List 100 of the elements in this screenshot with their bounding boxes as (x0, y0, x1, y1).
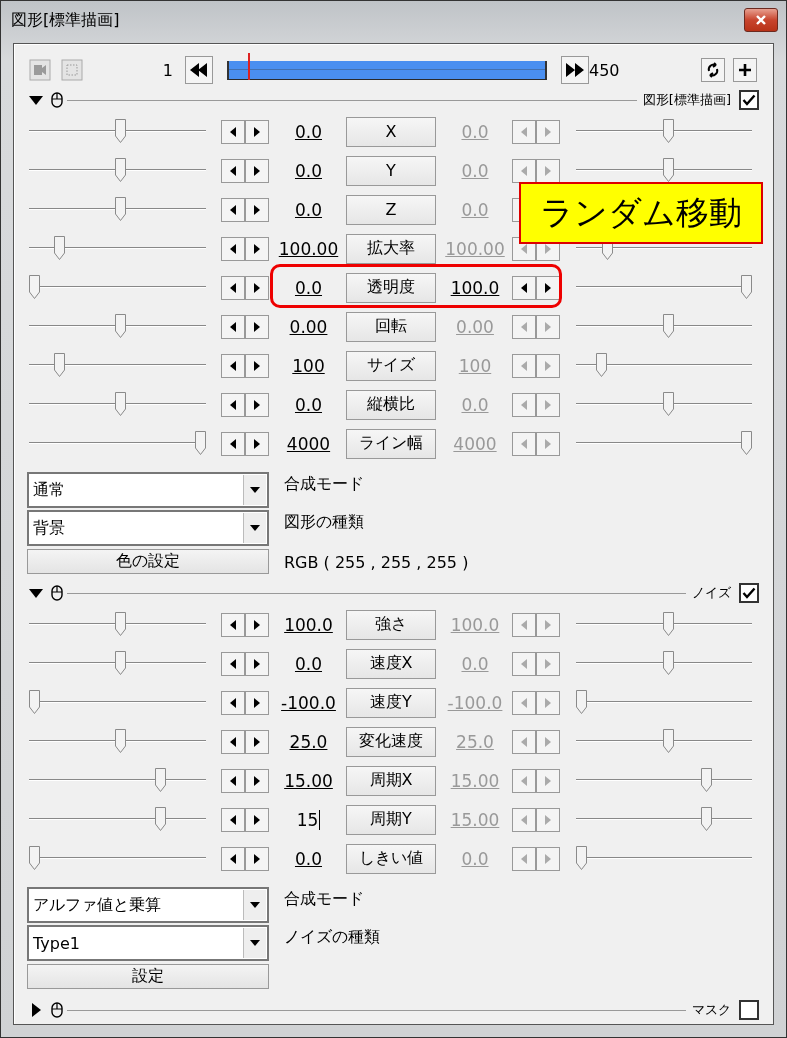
slider[interactable] (576, 274, 752, 301)
slider[interactable] (29, 430, 206, 457)
increment-button[interactable] (245, 768, 269, 793)
rewind-button[interactable] (185, 56, 213, 84)
increment-button[interactable] (245, 197, 269, 222)
slider-thumb[interactable] (115, 118, 127, 143)
value-link[interactable]: 0.0 (294, 121, 322, 142)
parameter-button[interactable]: しきい値 (346, 843, 436, 874)
checkbox[interactable] (739, 583, 759, 603)
slider-thumb[interactable] (663, 157, 675, 182)
slider[interactable] (576, 845, 752, 872)
parameter-button[interactable]: Y (346, 155, 436, 186)
slider-thumb[interactable] (663, 611, 675, 636)
playhead[interactable] (247, 52, 250, 80)
checkbox[interactable] (739, 1000, 759, 1020)
parameter-button[interactable]: 回転 (346, 311, 436, 342)
decrement-button[interactable] (221, 236, 245, 261)
slider-thumb[interactable] (663, 728, 675, 753)
slider[interactable] (29, 767, 206, 794)
decrement-button[interactable] (221, 846, 245, 871)
slider[interactable] (29, 235, 206, 262)
value-link[interactable]: -100.0 (281, 692, 336, 713)
slider-thumb[interactable] (663, 118, 675, 143)
value-link[interactable]: 0.0 (294, 160, 322, 181)
slider-thumb[interactable] (701, 767, 713, 792)
slider[interactable] (576, 313, 752, 340)
increment-button[interactable] (245, 846, 269, 871)
value-link[interactable]: 100.00 (278, 238, 339, 259)
value-link[interactable]: 0.0 (294, 394, 322, 415)
slider-thumb[interactable] (155, 806, 167, 831)
increment-button[interactable] (245, 275, 269, 300)
settings-button[interactable]: 設定 (27, 964, 269, 989)
increment-button[interactable] (245, 729, 269, 754)
close-button[interactable] (744, 8, 778, 32)
decrement-button[interactable] (221, 431, 245, 456)
slider[interactable] (29, 313, 206, 340)
increment-button[interactable] (245, 612, 269, 637)
slider[interactable] (576, 611, 752, 638)
slider[interactable] (29, 391, 206, 418)
slider-thumb[interactable] (576, 845, 587, 870)
value-link[interactable]: 15.00 (284, 770, 333, 791)
dropdown[interactable]: Type1 (27, 925, 269, 961)
value-link[interactable]: 0.0 (294, 848, 322, 869)
slider[interactable] (29, 611, 206, 638)
value-link[interactable]: 0.0 (294, 653, 322, 674)
slider[interactable] (576, 391, 752, 418)
parameter-button[interactable]: X (346, 116, 436, 147)
decrement-button[interactable] (221, 314, 245, 339)
decrement-button[interactable] (221, 768, 245, 793)
parameter-button[interactable]: 透明度 (346, 272, 436, 303)
slider-thumb[interactable] (663, 313, 675, 338)
slider[interactable] (29, 196, 206, 223)
slider-thumb[interactable] (115, 650, 127, 675)
parameter-button[interactable]: 速度Y (346, 687, 436, 718)
slider-thumb[interactable] (115, 313, 127, 338)
slider[interactable] (576, 767, 752, 794)
decrement-button[interactable] (221, 729, 245, 754)
decrement-button[interactable] (221, 807, 245, 832)
slider[interactable] (29, 157, 206, 184)
value-link[interactable]: 25.0 (289, 731, 328, 752)
value-link[interactable]: 100.0 (284, 614, 333, 635)
slider[interactable] (576, 430, 752, 457)
slider[interactable] (29, 650, 206, 677)
slider-thumb[interactable] (115, 728, 127, 753)
parameter-button[interactable]: ライン幅 (346, 428, 436, 459)
add-button[interactable] (733, 58, 757, 82)
loop-button[interactable] (701, 58, 725, 82)
timeline-bar[interactable] (227, 52, 547, 80)
fast-forward-button[interactable] (561, 56, 589, 84)
slider-thumb[interactable] (29, 845, 40, 870)
slider[interactable] (29, 728, 206, 755)
expand-triangle-icon[interactable] (29, 1003, 43, 1017)
value-link[interactable]: 0.00 (289, 316, 328, 337)
settings-button[interactable]: 色の設定 (27, 549, 269, 574)
increment-button[interactable] (536, 275, 560, 300)
slider-thumb[interactable] (29, 689, 40, 714)
slider-thumb[interactable] (195, 430, 206, 455)
decrement-button[interactable] (221, 197, 245, 222)
slider-thumb[interactable] (663, 391, 675, 416)
decrement-button[interactable] (221, 158, 245, 183)
slider[interactable] (29, 689, 206, 716)
slider[interactable] (29, 118, 206, 145)
parameter-button[interactable]: Z (346, 194, 436, 225)
dropdown[interactable]: 背景 (27, 510, 269, 546)
increment-button[interactable] (245, 314, 269, 339)
decrement-button[interactable] (221, 651, 245, 676)
dropdown[interactable]: 通常 (27, 472, 269, 508)
slider[interactable] (29, 274, 206, 301)
slider-thumb[interactable] (701, 806, 713, 831)
increment-button[interactable] (245, 807, 269, 832)
parameter-button[interactable]: 強さ (346, 609, 436, 640)
collapse-triangle-icon[interactable] (29, 586, 43, 600)
value-input[interactable]: 15 (296, 809, 321, 830)
decrement-button[interactable] (221, 275, 245, 300)
slider-thumb[interactable] (595, 352, 607, 377)
slider-thumb[interactable] (115, 196, 127, 221)
slider-thumb[interactable] (115, 611, 127, 636)
camera-icon[interactable] (29, 59, 51, 81)
slider-thumb[interactable] (115, 391, 127, 416)
slider[interactable] (576, 118, 752, 145)
